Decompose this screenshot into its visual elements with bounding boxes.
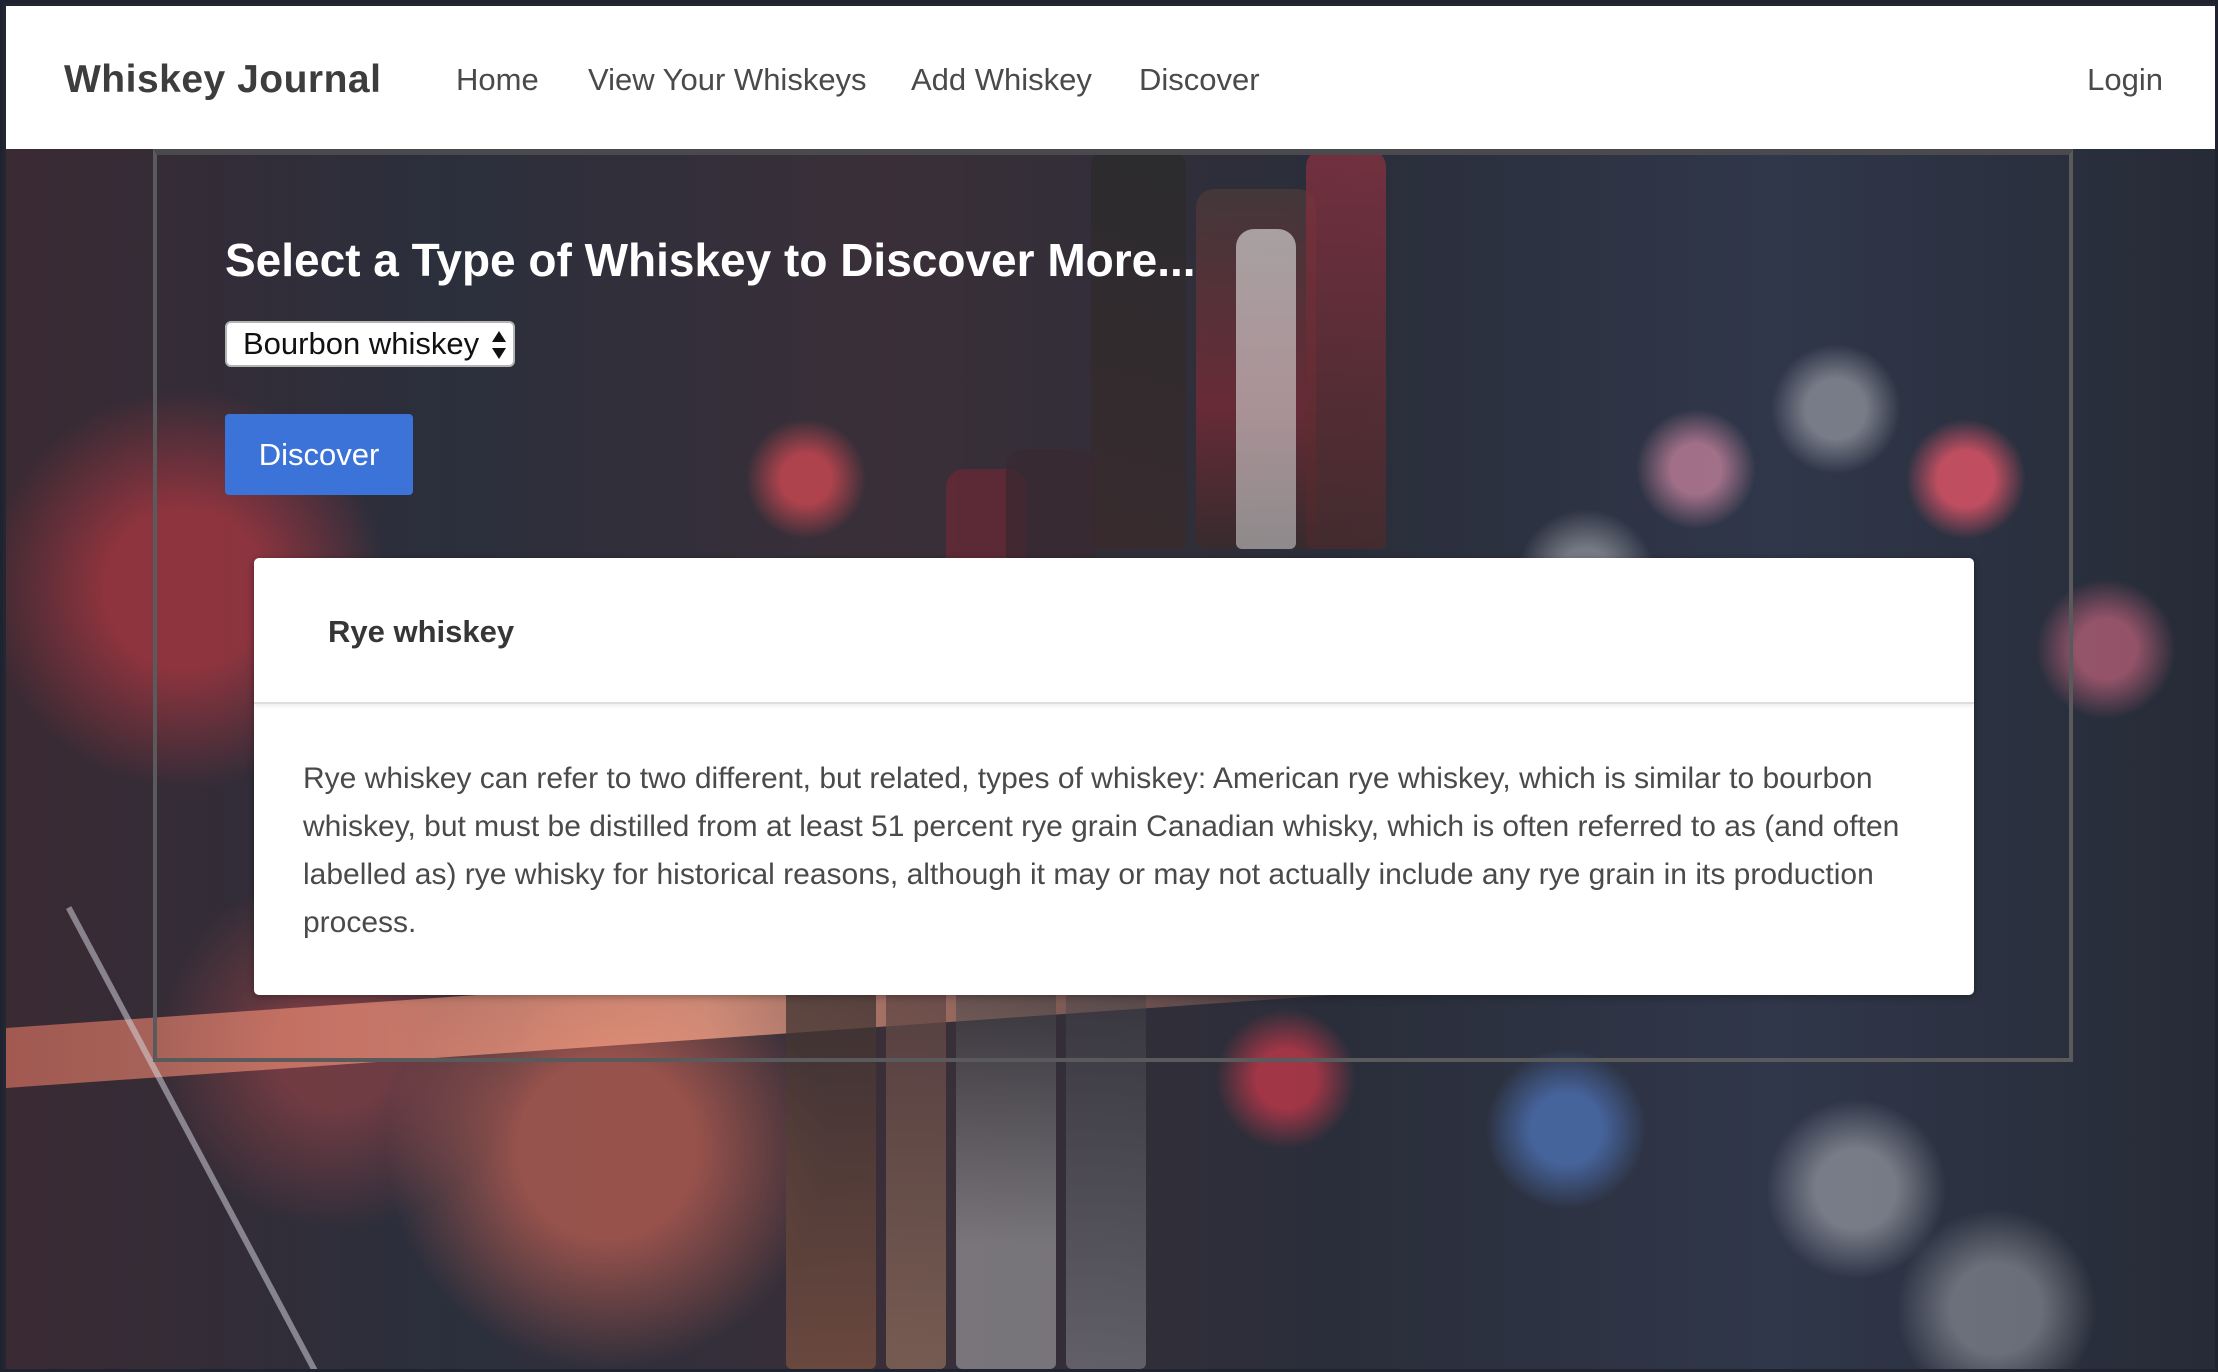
nav-link-login[interactable]: Login — [2087, 62, 2163, 98]
card-title: Rye whiskey — [328, 614, 515, 649]
nav-link-view-your-whiskeys[interactable]: View Your Whiskeys — [588, 62, 867, 98]
whiskey-type-select[interactable]: Bourbon whiskey — [225, 321, 515, 367]
nav-link-discover[interactable]: Discover — [1139, 62, 1260, 98]
up-down-arrows-icon — [492, 331, 506, 359]
select-value: Bourbon whiskey — [243, 326, 480, 361]
top-navbar: Whiskey Journal Home View Your Whiskeys … — [6, 6, 2215, 149]
nav-link-home[interactable]: Home — [456, 62, 539, 98]
discover-container: Select a Type of Whiskey to Discover Mor… — [153, 149, 2073, 1062]
card-description: Rye whiskey can refer to two different, … — [303, 762, 1900, 939]
page-heading: Select a Type of Whiskey to Discover Mor… — [225, 234, 1196, 286]
card-header: Rye whiskey — [254, 558, 1974, 704]
whiskey-info-card: Rye whiskey Rye whiskey can refer to two… — [254, 558, 1974, 995]
discover-button[interactable]: Discover — [225, 414, 413, 495]
brand-logo[interactable]: Whiskey Journal — [64, 58, 381, 102]
nav-link-add-whiskey[interactable]: Add Whiskey — [911, 62, 1092, 98]
browser-window: Whiskey Journal Home View Your Whiskeys … — [0, 0, 2218, 1372]
